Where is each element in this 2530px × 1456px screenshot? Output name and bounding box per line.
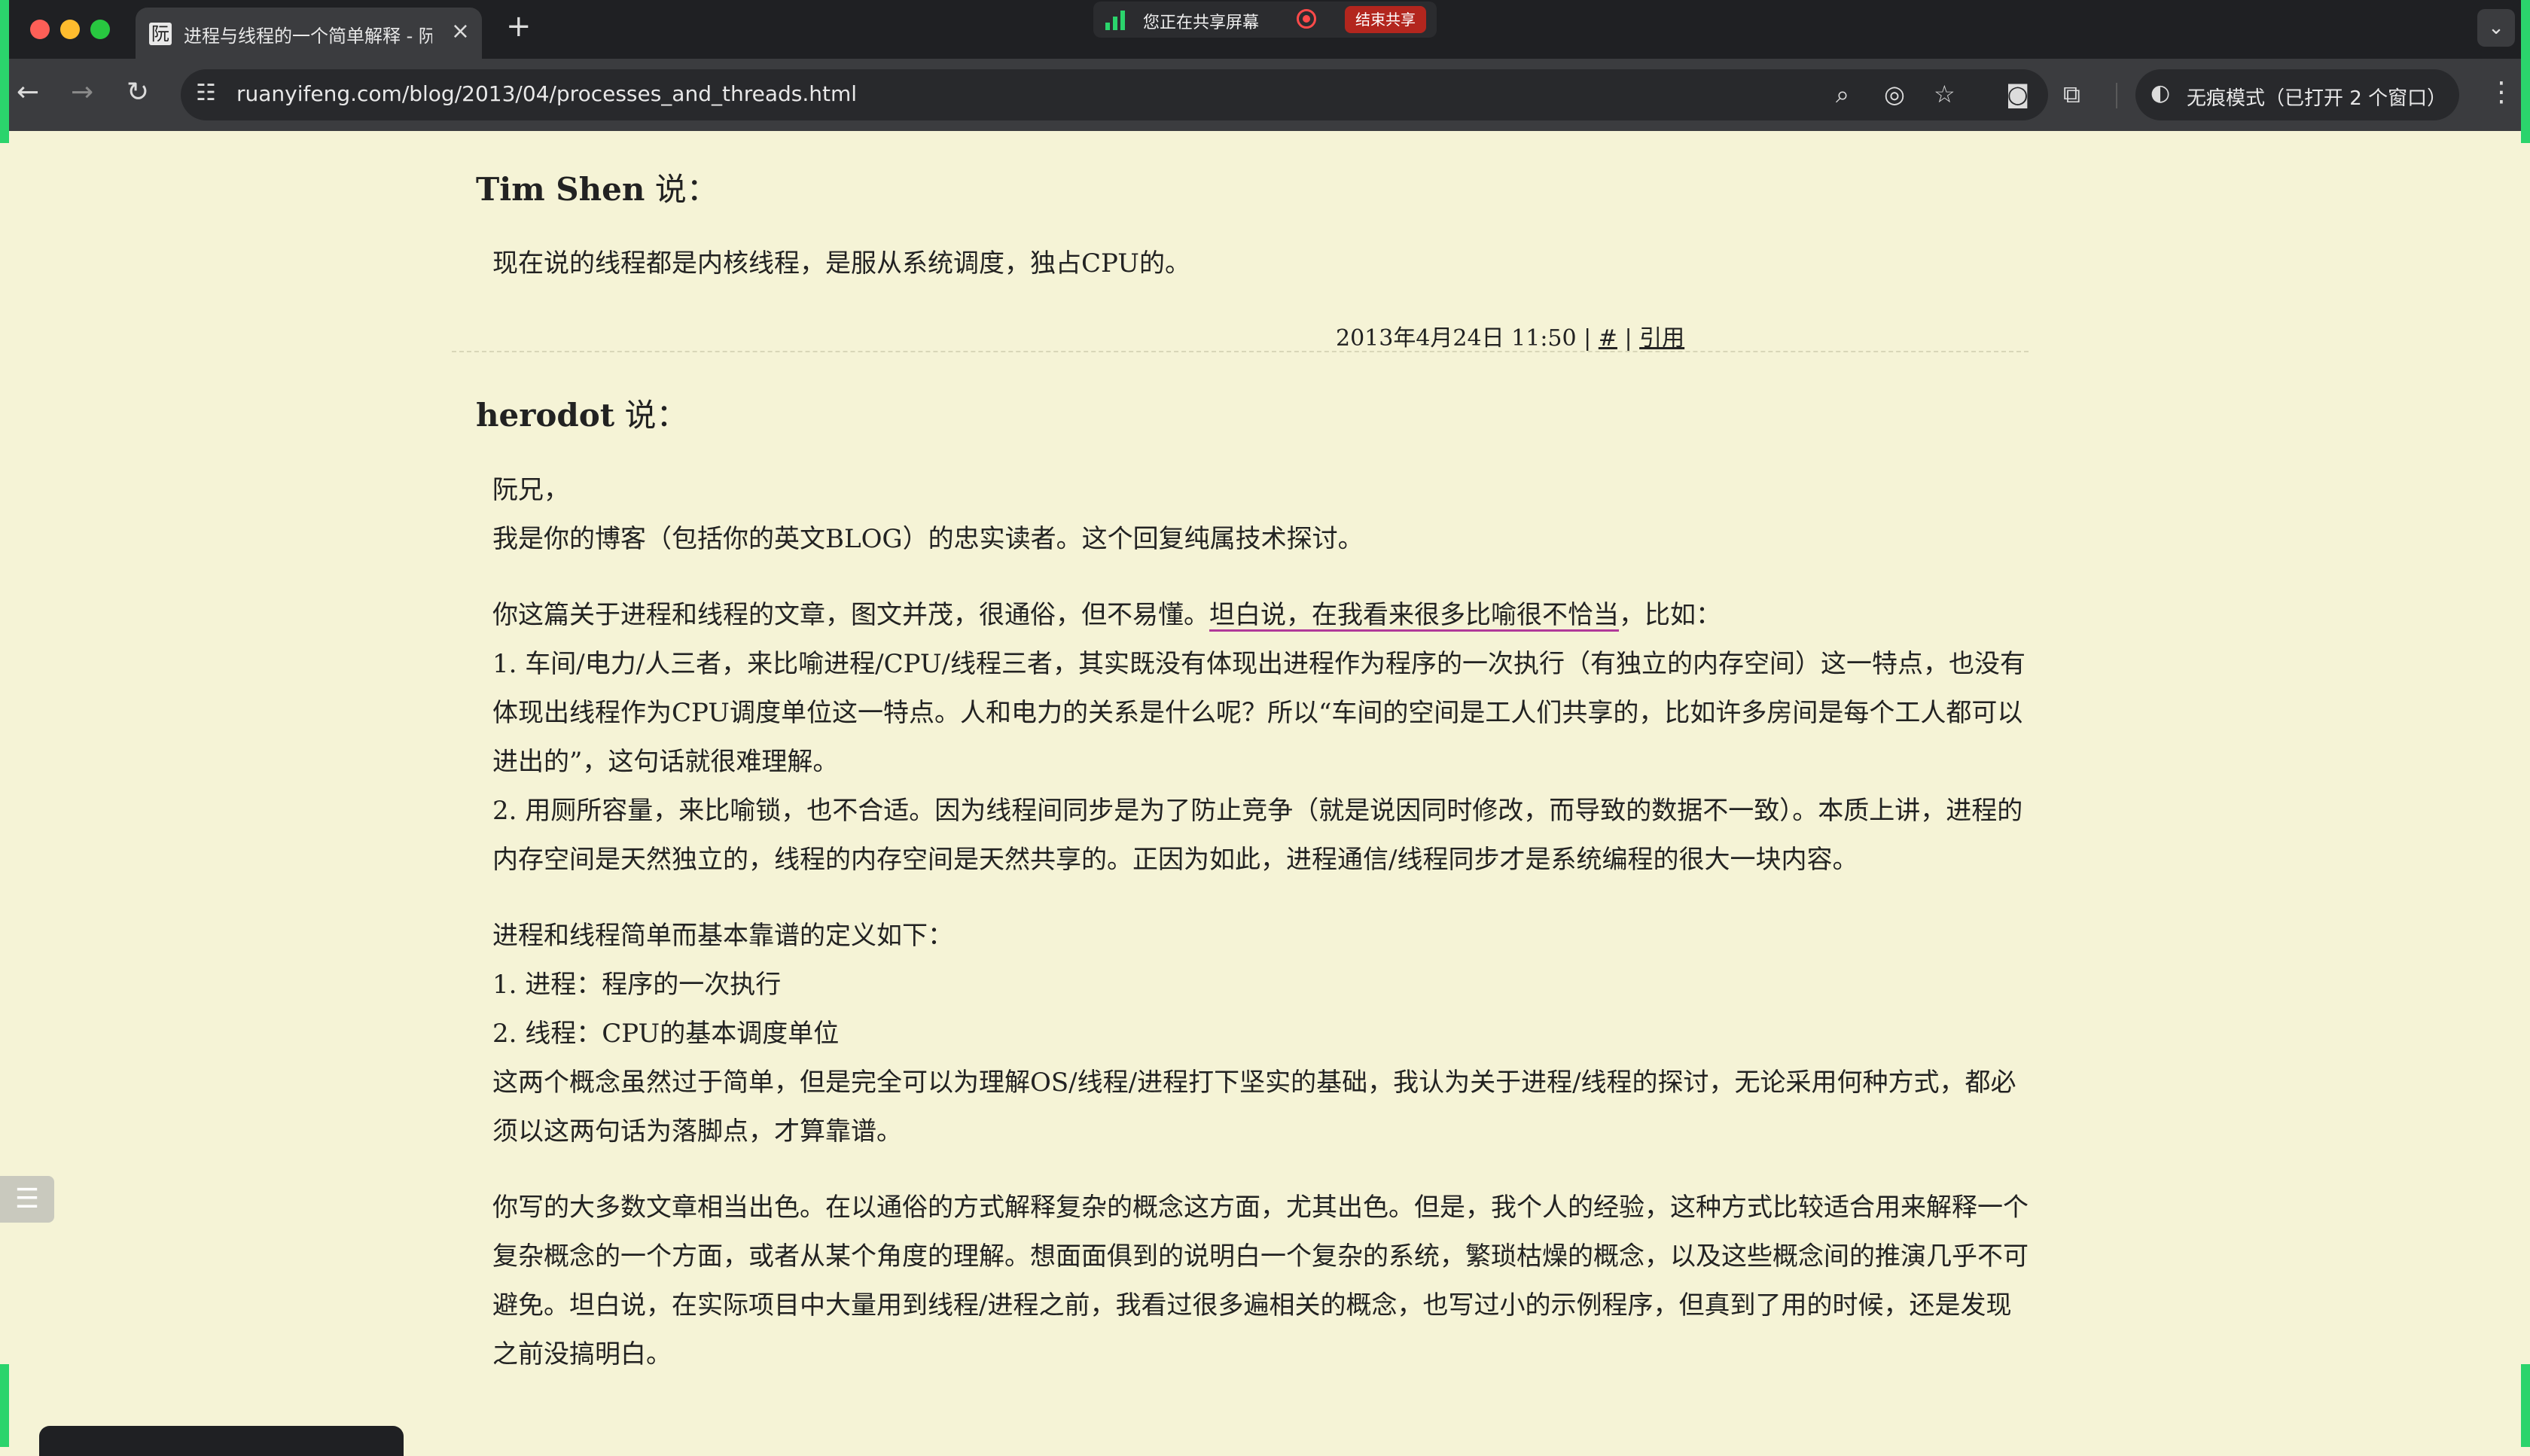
forward-arrow-icon[interactable]: → <box>71 77 93 108</box>
browser-tab-active[interactable]: 阮 进程与线程的一个简单解释 - 阮 × <box>136 8 482 59</box>
comment-paragraph: 你这篇关于进程和线程的文章，图文并茂，很通俗，但不易懂。坦白说，在我看来很多比喻… <box>492 591 2029 885</box>
comment-line: ，比如： <box>1619 600 1721 630</box>
site-info-icon[interactable]: ☷ <box>196 80 216 106</box>
stop-sharing-button[interactable]: 结束共享 <box>1345 6 1426 33</box>
kebab-menu-icon[interactable]: ⋮ <box>2488 77 2515 108</box>
tab-title: 进程与线程的一个简单解释 - 阮 <box>184 26 432 47</box>
tab-bar: 阮 进程与线程的一个简单解释 - 阮 × + 您正在共享屏幕 结束共享 ⌄ <box>0 0 2530 59</box>
comment-paragraph: 你写的大多数文章相当出色。在以通俗的方式解释复杂的概念这方面，尤其出色。但是，我… <box>492 1193 2029 1369</box>
bookmark-star-icon[interactable]: ☆ <box>1934 80 1955 108</box>
screen-share-indicator: 您正在共享屏幕 结束共享 <box>1093 2 1437 38</box>
comment-list-item: 2. 用厕所容量，来比喻锁，也不合适。因为线程间同步是为了防止竞争（就是说因同时… <box>492 796 2023 875</box>
site-favicon-icon: 阮 <box>149 23 172 45</box>
tab-close-icon[interactable]: × <box>451 18 470 44</box>
incognito-icon: ◐ <box>2150 80 2171 106</box>
comment-line: 2. 线程：CPU的基本调度单位 <box>492 1019 840 1049</box>
comment-body: 阮兄， 我是你的博客（包括你的英文BLOG）的忠实读者。这个回复纯属技术探讨。 … <box>492 466 2029 1379</box>
comment-author-name: Tim Shen <box>476 171 645 208</box>
comment-date: 2013年4月24日 11:50 <box>1336 325 1577 352</box>
comment-line: 进程和线程简单而基本靠谱的定义如下： <box>492 921 953 951</box>
comment-meta: 2013年4月24日 11:50 | # | 引用 <box>1336 319 1684 352</box>
bottom-floating-panel <box>39 1426 404 1456</box>
zoom-icon[interactable]: ⌕ <box>1836 80 1849 109</box>
incognito-indicator[interactable]: ◐ 无痕模式（已打开 2 个窗口） <box>2135 69 2459 120</box>
comment-paragraph: 阮兄， 我是你的博客（包括你的英文BLOG）的忠实读者。这个回复纯属技术探讨。 <box>492 466 2029 564</box>
screen-share-border-right <box>2521 0 2530 143</box>
comment-permalink[interactable]: # <box>1599 325 1617 352</box>
eye-off-icon[interactable]: ◎ <box>1884 80 1905 108</box>
screen-share-border-left-bottom <box>0 1364 9 1447</box>
recording-icon <box>1297 9 1316 29</box>
incognito-label: 无痕模式（已打开 2 个窗口） <box>2187 87 2447 110</box>
share-notice-text: 您正在共享屏幕 <box>1143 14 1260 32</box>
comment-line: 1. 进程：程序的一次执行 <box>492 970 782 1000</box>
comment-line: 阮兄， <box>492 475 569 505</box>
toolbar-divider <box>2116 83 2117 108</box>
meta-separator: | <box>1617 325 1640 352</box>
window-zoom-button[interactable] <box>90 20 110 39</box>
comment-author-line: Tim Shen 说： <box>476 164 718 210</box>
window-close-button[interactable] <box>30 20 50 39</box>
comment-author-name: herodot <box>476 397 615 434</box>
comment-body: 现在说的线程都是内核线程，是服从系统调度，独占CPU的。 <box>492 239 2029 288</box>
back-arrow-icon[interactable]: ← <box>17 77 39 108</box>
meta-separator: | <box>1576 325 1599 352</box>
window-minimize-button[interactable] <box>60 20 80 39</box>
new-tab-button[interactable]: + <box>506 9 532 44</box>
comment-says-label: 说： <box>614 397 688 434</box>
comment-says-label: 说： <box>645 171 718 208</box>
comment-list-item: 1. 车间/电力/人三者，来比喻进程/CPU/线程三者，其实既没有体现出进程作为… <box>492 649 2026 777</box>
comment-divider <box>452 351 2029 352</box>
comment-author-line: herodot 说： <box>476 390 688 436</box>
comment-reply-link[interactable]: 引用 <box>1639 325 1684 352</box>
screen-share-border-right-bottom <box>2521 1364 2530 1447</box>
screen-share-border-left <box>0 0 9 143</box>
comment-paragraph: 现在说的线程都是内核线程，是服从系统调度，独占CPU的。 <box>492 248 1190 279</box>
url-text[interactable]: ruanyifeng.com/blog/2013/04/processes_an… <box>236 81 857 106</box>
address-bar[interactable]: ☷ ruanyifeng.com/blog/2013/04/processes_… <box>181 69 2048 120</box>
comment-line: 这两个概念虽然过于简单，但是完全可以为理解OS/线程/进程打下坚实的基础，我认为… <box>492 1068 2016 1147</box>
table-of-contents-icon[interactable]: ☰ <box>0 1176 54 1223</box>
tab-search-chevron-down-icon[interactable]: ⌄ <box>2477 9 2515 47</box>
extensions-icon[interactable]: ⧉ <box>2063 80 2080 109</box>
comment-line: 你这篇关于进程和线程的文章，图文并茂，很通俗，但不易懂。 <box>492 600 1209 630</box>
comment-line: 我是你的博客（包括你的英文BLOG）的忠实读者。这个回复纯属技术探讨。 <box>492 524 1364 554</box>
camera-icon[interactable]: ◙ <box>2006 80 2029 108</box>
browser-toolbar: ← → ↻ ☷ ruanyifeng.com/blog/2013/04/proc… <box>0 59 2530 131</box>
highlighted-text: 坦白说，在我看来很多比喻很不恰当 <box>1209 600 1619 630</box>
reload-icon[interactable]: ↻ <box>126 77 149 108</box>
share-signal-icon <box>1105 11 1126 30</box>
comment-paragraph: 进程和线程简单而基本靠谱的定义如下： 1. 进程：程序的一次执行 2. 线程：C… <box>492 912 2029 1156</box>
